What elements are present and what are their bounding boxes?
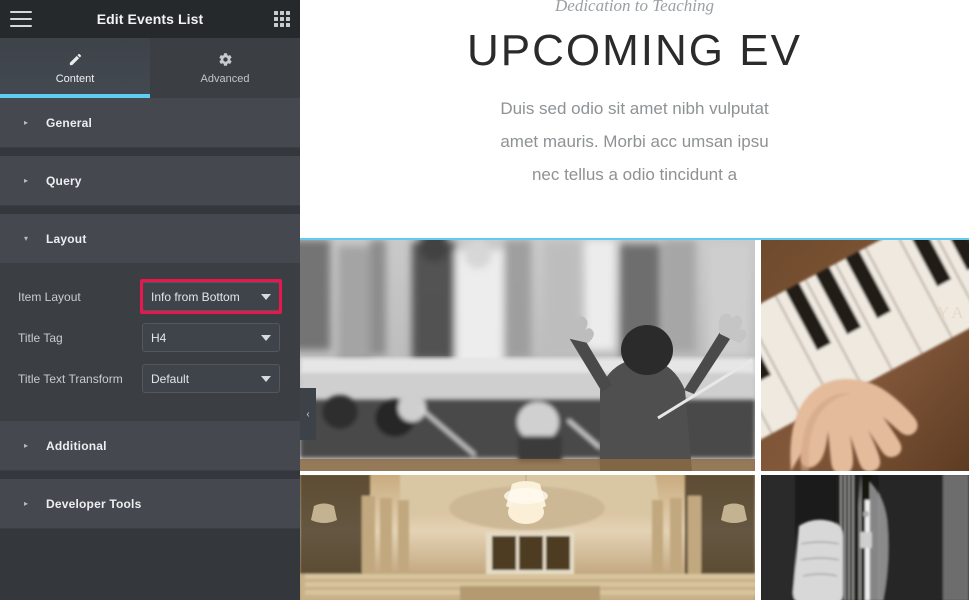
pencil-icon [68, 52, 83, 67]
section-divider [0, 148, 300, 156]
concert-hall-photo [300, 475, 755, 600]
hamburger-icon[interactable] [10, 11, 32, 27]
control-title-text-transform: Title Text Transform Default [0, 358, 300, 399]
event-item-concert-hall[interactable] [300, 475, 755, 600]
page-preview: Dedication to Teaching UPCOMING EV Duis … [300, 0, 969, 600]
piano-hand-photo: YA [761, 240, 969, 471]
event-item-piano[interactable]: YA [761, 240, 969, 471]
gear-icon [218, 52, 233, 67]
control-title-tag-label: Title Tag [18, 330, 63, 345]
section-additional[interactable]: ▸ Additional [0, 421, 300, 471]
title-text-transform-select[interactable]: Default [142, 364, 280, 393]
chevron-right-icon: ▸ [24, 175, 29, 185]
hero-paragraph: Duis sed odio sit amet nibh vulputat ame… [300, 92, 969, 191]
elementor-editor-window: Edit Events List Content Advanced ▸ Gene… [0, 0, 969, 600]
panel-header: Edit Events List [0, 0, 300, 38]
title-tag-field-wrapper: H4 [142, 323, 280, 352]
tab-content[interactable]: Content [0, 38, 150, 98]
events-list-grid[interactable]: YA [300, 238, 969, 600]
item-layout-field-wrapper: Info from Bottom [140, 279, 282, 314]
hero-paragraph-line: Duis sed odio sit amet nibh vulputat [500, 99, 769, 119]
hero-paragraph-line: amet mauris. Morbi acc umsan ipsu [500, 132, 769, 152]
section-additional-label: Additional [46, 438, 107, 453]
conductor-orchestra-photo [300, 240, 755, 471]
control-item-layout: Item Layout Info from Bottom [0, 276, 300, 317]
chevron-right-icon: ▸ [24, 498, 29, 508]
chevron-right-icon: ▸ [24, 440, 29, 450]
section-layout[interactable]: ▾ Layout [0, 214, 300, 264]
hero-title: UPCOMING EV [467, 26, 802, 75]
panel-title: Edit Events List [96, 11, 204, 27]
item-layout-select[interactable]: Info from Bottom [142, 282, 280, 311]
event-item-conductor[interactable] [300, 240, 755, 471]
control-item-layout-label: Item Layout [18, 289, 81, 304]
hero-paragraph-line: nec tellus a odio tincidunt a [531, 165, 738, 185]
panel-sections: ▸ General ▸ Query ▾ Layout Item Layout I… [0, 98, 300, 529]
editor-panel: Edit Events List Content Advanced ▸ Gene… [0, 0, 300, 600]
svg-text:YA: YA [937, 303, 968, 322]
event-item-violin[interactable] [761, 475, 969, 600]
control-title-tag: Title Tag H4 [0, 317, 300, 358]
section-divider [0, 471, 300, 479]
tab-advanced[interactable]: Advanced [150, 38, 300, 98]
panel-collapse-handle[interactable]: ‹ [300, 388, 316, 440]
title-text-transform-field-wrapper: Default [142, 364, 280, 393]
chevron-down-icon: ▾ [24, 233, 29, 243]
hero-section: Dedication to Teaching UPCOMING EV Duis … [300, 0, 969, 192]
section-general-label: General [46, 115, 93, 130]
section-divider [0, 206, 300, 214]
title-tag-select[interactable]: H4 [142, 323, 280, 352]
tab-advanced-label: Advanced [200, 72, 250, 85]
section-layout-label: Layout [46, 231, 87, 246]
tab-content-label: Content [55, 72, 95, 85]
control-title-text-transform-label: Title Text Transform [18, 371, 123, 386]
grid-apps-icon[interactable] [274, 11, 290, 27]
violin-bow-photo [761, 475, 969, 600]
hero-eyebrow: Dedication to Teaching [555, 0, 714, 15]
section-general[interactable]: ▸ General [0, 98, 300, 148]
section-developer-tools[interactable]: ▸ Developer Tools [0, 479, 300, 529]
chevron-right-icon: ▸ [24, 117, 29, 127]
panel-tabs: Content Advanced [0, 38, 300, 98]
layout-controls: Item Layout Info from Bottom Title Tag H… [0, 264, 300, 421]
section-developer-tools-label: Developer Tools [46, 496, 142, 511]
section-query[interactable]: ▸ Query [0, 156, 300, 206]
section-query-label: Query [46, 173, 82, 188]
